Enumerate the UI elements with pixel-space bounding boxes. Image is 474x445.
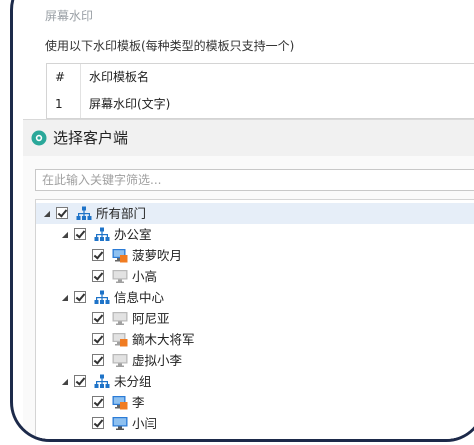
tree-node-label: 信息中心 <box>114 290 165 305</box>
template-name: 屏幕水印(文字) <box>89 97 171 111</box>
tree-node-label: 李 <box>132 395 145 410</box>
tree-node-label: 小高 <box>132 269 158 284</box>
checkbox-checked[interactable] <box>92 249 104 261</box>
row-number: 1 <box>55 97 63 111</box>
tree-node-client[interactable]: 鏑木大将军 <box>36 329 474 350</box>
client-selector-title: 选择客户端 <box>53 129 129 147</box>
org-structure-icon <box>94 227 110 241</box>
column-header-number[interactable]: # <box>55 64 79 91</box>
tree-node-client[interactable]: 小闫 <box>36 413 474 434</box>
computer-offline-icon <box>112 270 128 283</box>
template-hint: 使用以下水印模板(每种类型的模板只支持一个) <box>45 39 295 53</box>
column-header-template-name[interactable]: 水印模板名 <box>89 64 149 91</box>
tree-node-client[interactable]: 李 <box>36 392 474 413</box>
tree-node-label: 鏑木大将军 <box>132 332 195 347</box>
collapse-icon[interactable]: ◢ <box>60 287 70 308</box>
client-selector-icon <box>31 130 47 146</box>
template-table-header: # 水印模板名 <box>47 64 474 91</box>
tree-node-root[interactable]: ◢ 所有部门 <box>36 203 474 224</box>
client-filter-input[interactable] <box>35 169 474 191</box>
collapse-icon[interactable]: ◢ <box>42 203 52 224</box>
template-table: # 水印模板名 1 屏幕水印(文字) <box>46 63 474 119</box>
computer-warning-icon <box>112 333 128 347</box>
tree-node-label: 所有部门 <box>96 206 147 221</box>
table-row[interactable]: 1 屏幕水印(文字) <box>47 91 474 118</box>
checkbox-checked[interactable] <box>92 396 104 408</box>
section-title-fragment: 屏幕水印 <box>45 9 94 23</box>
org-structure-icon <box>94 374 110 388</box>
checkbox-checked[interactable] <box>74 228 86 240</box>
org-structure-icon <box>94 290 110 304</box>
section-title: 屏幕水印 <box>45 7 93 24</box>
collapse-icon[interactable]: ◢ <box>60 224 70 245</box>
tree-node-label: 虚拟小李 <box>132 353 183 368</box>
checkbox-checked[interactable] <box>74 291 86 303</box>
checkbox-checked[interactable] <box>92 312 104 324</box>
client-selector-body: ◢ 所有部门 <box>23 156 474 439</box>
tree-node-client[interactable]: 阿尼亚 <box>36 308 474 329</box>
checkbox-checked[interactable] <box>56 207 68 219</box>
computer-offline-icon <box>112 354 128 367</box>
client-tree: ◢ 所有部门 ◢ 办公室 菠萝吹月 小高 ◢ 信息中心 阿尼亚 鏑木大将军 虚拟… <box>35 199 474 439</box>
checkbox-checked[interactable] <box>92 354 104 366</box>
checkbox-checked[interactable] <box>92 333 104 345</box>
computer-online-icon <box>112 417 128 430</box>
tree-node-group-ungrouped[interactable]: ◢ 未分组 <box>36 371 474 392</box>
tree-node-group-info-center[interactable]: ◢ 信息中心 <box>36 287 474 308</box>
tree-node-label: 菠萝吹月 <box>132 248 183 263</box>
checkbox-checked[interactable] <box>74 375 86 387</box>
computer-warning-icon <box>112 249 128 263</box>
computer-warning-icon <box>112 396 128 410</box>
tree-node-client[interactable]: 小高 <box>36 266 474 287</box>
tree-node-label: 阿尼亚 <box>132 311 170 326</box>
tree-node-client[interactable]: 菠萝吹月 <box>36 245 474 266</box>
org-structure-icon <box>76 206 92 220</box>
tree-node-client[interactable]: 虚拟小李 <box>36 350 474 371</box>
tree-node-label: 未分组 <box>114 374 152 389</box>
checkbox-checked[interactable] <box>92 417 104 429</box>
checkbox-checked[interactable] <box>92 270 104 282</box>
collapse-icon[interactable]: ◢ <box>60 371 70 392</box>
tree-node-label: 小闫 <box>132 416 158 431</box>
computer-offline-icon <box>112 312 128 325</box>
client-selector-header: 选择客户端 <box>23 119 474 157</box>
tree-node-group-office[interactable]: ◢ 办公室 <box>36 224 474 245</box>
window-frame: 屏幕水印 使用以下水印模板(每种类型的模板只支持一个) # 水印模板名 1 屏幕… <box>10 0 474 442</box>
tree-node-label: 办公室 <box>114 227 152 242</box>
